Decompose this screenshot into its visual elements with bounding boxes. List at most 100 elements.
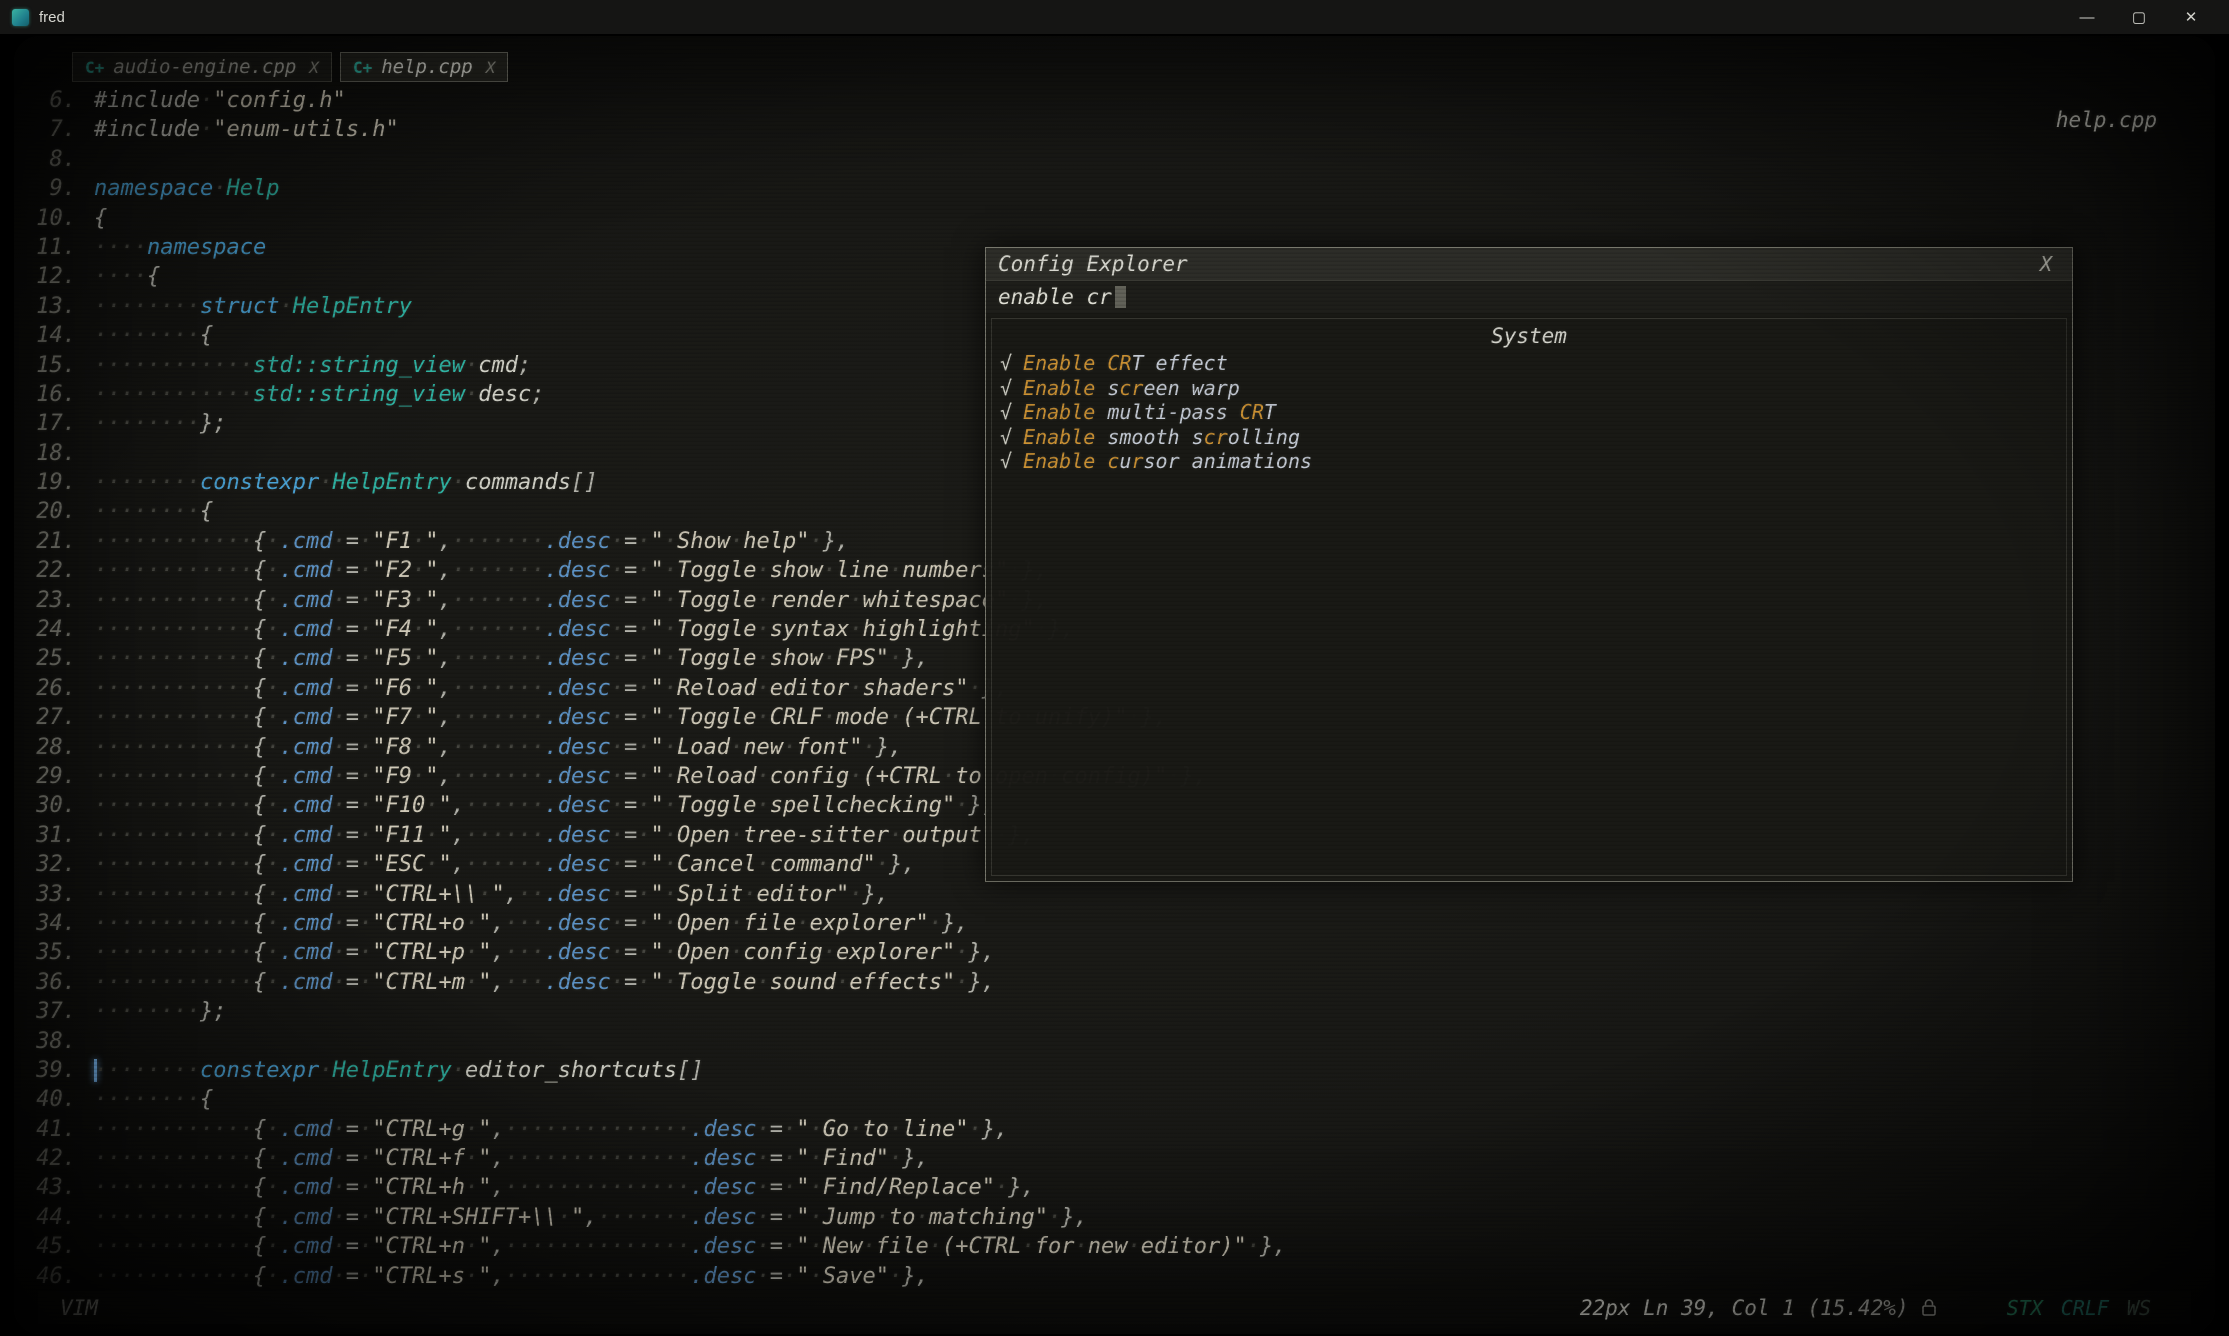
cpp-file-icon: C+ — [85, 58, 104, 77]
window-title: fred — [39, 9, 65, 26]
code-line-text: #include·"enum-utils.h" — [94, 115, 399, 144]
code-row[interactable]: 46.············{·.cmd·=·"CTRL+s·",······… — [36, 1262, 2197, 1291]
code-line-text: ············{·.cmd·=·"CTRL+\\·",··.desc·… — [94, 880, 889, 909]
code-line-text: ············{·.cmd·=·"CTRL+h·",·········… — [94, 1173, 1035, 1202]
config-search-input[interactable]: enable cr — [986, 281, 2072, 313]
line-number: 38. — [36, 1027, 94, 1056]
code-line-text: ············{·.cmd·=·"CTRL+s·",·········… — [94, 1262, 929, 1291]
line-number: 9. — [36, 174, 94, 203]
line-number: 28. — [36, 733, 94, 762]
code-row[interactable]: 8. — [36, 145, 2197, 174]
app-icon — [12, 9, 29, 26]
code-line-text: ········struct·HelpEntry — [94, 292, 412, 321]
code-line-text: ········{ — [94, 321, 213, 350]
line-number: 35. — [36, 938, 94, 967]
code-line-text: ············std::string_view·cmd; — [94, 351, 531, 380]
crt-screen: C+ audio-engine.cpp X C+ help.cpp X help… — [14, 36, 2215, 1334]
line-number: 19. — [36, 468, 94, 497]
code-row[interactable]: 37.········}; — [36, 997, 2197, 1026]
config-explorer-close-icon[interactable]: X — [2032, 252, 2060, 276]
line-number: 41. — [36, 1115, 94, 1144]
line-number: 24. — [36, 615, 94, 644]
code-line-text: ············{·.cmd·=·"F4·",·······.desc·… — [94, 615, 1075, 644]
checkbox-checked-icon: √ — [1000, 449, 1012, 473]
line-number: 33. — [36, 880, 94, 909]
code-row[interactable]: 9.namespace·Help — [36, 174, 2197, 203]
line-number: 43. — [36, 1173, 94, 1202]
code-row[interactable]: 34.············{·.cmd·=·"CTRL+o·",···.de… — [36, 909, 2197, 938]
code-row[interactable]: 7.#include·"enum-utils.h" — [36, 115, 2197, 144]
code-row[interactable]: 35.············{·.cmd·=·"CTRL+p·",···.de… — [36, 938, 2197, 967]
line-number: 29. — [36, 762, 94, 791]
status-mode: VIM — [60, 1296, 98, 1320]
code-line-text: ············{·.cmd·=·"F10·",······.desc·… — [94, 791, 995, 820]
code-row[interactable]: 39.········constexpr·HelpEntry·editor_sh… — [36, 1056, 2197, 1085]
code-row[interactable]: 40.········{ — [36, 1085, 2197, 1114]
status-flags: STX CRLF WS — [2007, 1296, 2151, 1320]
code-row[interactable]: 36.············{·.cmd·=·"CTRL+m·",···.de… — [36, 968, 2197, 997]
config-search-query: enable cr — [998, 285, 1112, 309]
tab-audio-engine[interactable]: C+ audio-engine.cpp X — [72, 52, 332, 82]
code-line-text: ············{·.cmd·=·"CTRL+o·",···.desc·… — [94, 909, 969, 938]
code-line-text: ············{·.cmd·=·"F2·",·······.desc·… — [94, 556, 1048, 585]
line-number: 32. — [36, 850, 94, 879]
line-number: 14. — [36, 321, 94, 350]
cpp-file-icon: C+ — [353, 58, 372, 77]
line-number: 39. — [36, 1056, 94, 1085]
code-line-text: ············{·.cmd·=·"F5·",·······.desc·… — [94, 644, 929, 673]
line-number: 44. — [36, 1203, 94, 1232]
status-bar: VIM 22px Ln 39, Col 1 (15.42%) STX CRLF WS — [38, 1291, 2191, 1324]
lock-icon — [1921, 1298, 1937, 1317]
status-position: 22px Ln 39, Col 1 (15.42%) — [1580, 1296, 1909, 1320]
checkbox-checked-icon: √ — [1000, 376, 1012, 400]
maximize-button[interactable]: ▢ — [2113, 0, 2165, 34]
config-results: System √Enable CRT effect√Enable screen … — [991, 318, 2067, 876]
code-row[interactable]: 44.············{·.cmd·=·"CTRL+SHIFT+\\·"… — [36, 1203, 2197, 1232]
tab-close-icon[interactable]: X — [486, 58, 496, 77]
config-explorer-header[interactable]: Config Explorer X — [986, 248, 2072, 281]
config-item[interactable]: √Enable cursor animations — [1000, 449, 2058, 474]
config-item[interactable]: √Enable CRT effect — [1000, 351, 2058, 376]
status-flag-crlf: CRLF — [2061, 1296, 2109, 1320]
code-line-text: ············{·.cmd·=·"F11·",······.desc·… — [94, 821, 1035, 850]
status-right: 22px Ln 39, Col 1 (15.42%) STX CRLF WS — [1580, 1296, 2169, 1320]
line-number: 37. — [36, 997, 94, 1026]
code-line-text: ········}; — [94, 409, 227, 438]
line-number: 46. — [36, 1262, 94, 1291]
line-number: 15. — [36, 351, 94, 380]
line-number: 16. — [36, 380, 94, 409]
code-row[interactable]: 38. — [36, 1027, 2197, 1056]
line-number: 23. — [36, 586, 94, 615]
code-line-text: ········{ — [94, 497, 213, 526]
code-line-text: ········constexpr·HelpEntry·editor_short… — [94, 1056, 704, 1085]
line-number: 17. — [36, 409, 94, 438]
code-row[interactable]: 43.············{·.cmd·=·"CTRL+h·",······… — [36, 1173, 2197, 1202]
config-explorer-title: Config Explorer — [998, 252, 1188, 276]
line-number: 7. — [36, 115, 94, 144]
config-item[interactable]: √Enable multi-pass CRT — [1000, 400, 2058, 425]
line-number: 34. — [36, 909, 94, 938]
status-flag-ws: WS — [2127, 1296, 2151, 1320]
code-row[interactable]: 41.············{·.cmd·=·"CTRL+g·",······… — [36, 1115, 2197, 1144]
line-number: 10. — [36, 204, 94, 233]
tab-close-icon[interactable]: X — [309, 58, 319, 77]
config-item[interactable]: √Enable smooth scrolling — [1000, 425, 2058, 450]
code-row[interactable]: 33.············{·.cmd·=·"CTRL+\\·",··.de… — [36, 880, 2197, 909]
code-row[interactable]: 42.············{·.cmd·=·"CTRL+f·",······… — [36, 1144, 2197, 1173]
line-number: 11. — [36, 233, 94, 262]
window-controls: — ▢ ✕ — [2061, 0, 2217, 34]
code-row[interactable]: 45.············{·.cmd·=·"CTRL+n·",······… — [36, 1232, 2197, 1261]
code-line-text: ····namespace — [94, 233, 266, 262]
close-button[interactable]: ✕ — [2165, 0, 2217, 34]
code-line-text: ············{·.cmd·=·"F6·",·······.desc·… — [94, 674, 1008, 703]
line-number: 13. — [36, 292, 94, 321]
code-line-text: ····{ — [94, 262, 160, 291]
code-row[interactable]: 10.{ — [36, 204, 2197, 233]
line-number: 31. — [36, 821, 94, 850]
config-item[interactable]: √Enable screen warp — [1000, 376, 2058, 401]
line-number: 8. — [36, 145, 94, 174]
status-flag-stx: STX — [2007, 1296, 2043, 1320]
tab-help[interactable]: C+ help.cpp X — [340, 52, 508, 82]
minimize-button[interactable]: — — [2061, 0, 2113, 34]
code-row[interactable]: 6.#include·"config.h" — [36, 86, 2197, 115]
